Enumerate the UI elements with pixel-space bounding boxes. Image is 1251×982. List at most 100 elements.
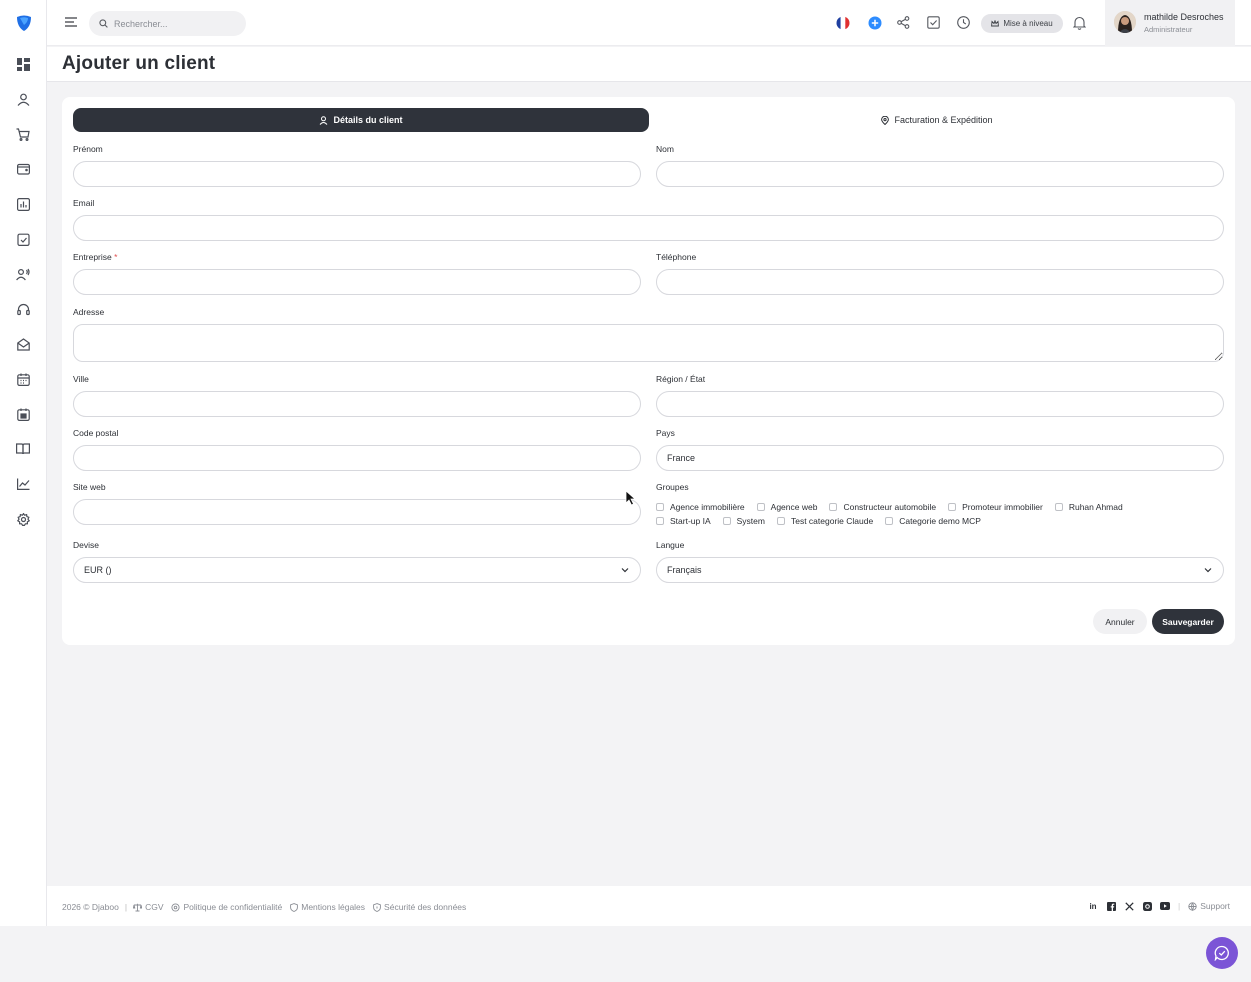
language-select[interactable]: Français xyxy=(656,557,1224,583)
chevron-down-icon xyxy=(1204,568,1212,573)
website-label: Site web xyxy=(73,482,106,492)
avatar xyxy=(1114,11,1136,33)
cgv-link[interactable]: CGV xyxy=(133,902,163,912)
upgrade-label: Mise à niveau xyxy=(1003,19,1053,28)
search-input[interactable] xyxy=(114,18,234,29)
user-menu[interactable]: mathilde Desroches Administrateur xyxy=(1105,0,1235,46)
book-icon[interactable] xyxy=(14,440,32,458)
page-title: Ajouter un client xyxy=(62,53,216,74)
user-name: mathilde Desroches xyxy=(1144,12,1224,22)
phone-input[interactable] xyxy=(656,269,1224,295)
last-name-input[interactable] xyxy=(656,161,1224,187)
email-input[interactable] xyxy=(73,215,1224,241)
wallet-icon[interactable] xyxy=(14,160,32,178)
client-form-card: Détails du client Facturation & Expéditi… xyxy=(62,97,1235,645)
chat-button[interactable] xyxy=(1206,937,1238,969)
currency-value: EUR () xyxy=(84,565,112,575)
group-checkbox[interactable]: Categorie demo MCP xyxy=(885,516,981,526)
groups-checkbox-list: Agence immobilière Agence web Constructe… xyxy=(656,500,1176,528)
company-label: Entreprise * xyxy=(73,252,118,262)
dashboard-icon[interactable] xyxy=(14,55,32,73)
first-name-input[interactable] xyxy=(73,161,641,187)
region-input[interactable] xyxy=(656,391,1224,417)
topbar: Mise à niveau mathilde Desroches Adminis… xyxy=(47,0,1251,46)
phone-label: Téléphone xyxy=(656,252,697,262)
facebook-icon[interactable] xyxy=(1106,901,1116,911)
copyright: 2026 © Djaboo xyxy=(62,902,119,912)
legal-link[interactable]: Mentions légales xyxy=(290,902,365,912)
group-checkbox[interactable]: Agence immobilière xyxy=(656,502,745,512)
app-logo[interactable] xyxy=(15,14,33,32)
city-label: Ville xyxy=(73,374,89,384)
currency-label: Devise xyxy=(73,540,99,550)
tab-billing-shipping-label: Facturation & Expédition xyxy=(894,115,993,125)
page-header: Ajouter un client xyxy=(47,47,1251,82)
share-icon[interactable] xyxy=(896,15,911,30)
postal-code-label: Code postal xyxy=(73,428,119,438)
mail-open-icon[interactable] xyxy=(14,335,32,353)
task-check-icon[interactable] xyxy=(926,15,941,30)
upgrade-button[interactable]: Mise à niveau xyxy=(981,14,1063,33)
user-icon xyxy=(320,115,328,125)
group-checkbox[interactable]: Test categorie Claude xyxy=(776,516,873,526)
menu-toggle-icon[interactable] xyxy=(64,15,78,29)
privacy-link[interactable]: Politique de confidentialité xyxy=(171,902,282,912)
required-marker: * xyxy=(114,252,118,262)
support-link[interactable]: Support xyxy=(1188,901,1230,911)
sidebar xyxy=(0,0,47,926)
crown-icon xyxy=(991,20,1000,27)
add-circle-icon[interactable] xyxy=(867,15,882,30)
cancel-button[interactable]: Annuler xyxy=(1093,609,1147,634)
first-name-label: Prénom xyxy=(73,144,103,154)
postal-code-input[interactable] xyxy=(73,445,641,471)
scale-icon xyxy=(133,903,143,911)
clock-icon[interactable] xyxy=(956,15,971,30)
group-checkbox[interactable]: Promoteur immobilier xyxy=(948,502,1043,512)
currency-select[interactable]: EUR () xyxy=(73,557,641,583)
line-chart-icon[interactable] xyxy=(14,475,32,493)
tab-client-details-label: Détails du client xyxy=(333,115,403,125)
address-label: Adresse xyxy=(73,307,105,317)
chevron-down-icon xyxy=(621,568,629,573)
country-label: Pays xyxy=(656,428,675,438)
tab-client-details[interactable]: Détails du client xyxy=(73,108,649,132)
french-flag-icon[interactable] xyxy=(835,15,850,30)
country-input[interactable] xyxy=(656,445,1224,471)
footer: 2026 © Djaboo | CGV Politique de confide… xyxy=(47,886,1251,926)
calendar-icon[interactable] xyxy=(14,370,32,388)
globe-icon xyxy=(1188,901,1197,911)
group-checkbox[interactable]: Start-up IA xyxy=(656,516,711,526)
tab-billing-shipping[interactable]: Facturation & Expédition xyxy=(650,108,1224,132)
chat-bubble-icon xyxy=(1214,945,1229,961)
location-pin-icon xyxy=(881,115,890,125)
search-icon xyxy=(99,19,108,28)
x-icon[interactable] xyxy=(1124,901,1134,911)
group-checkbox[interactable]: Ruhan Ahmad xyxy=(1054,502,1123,512)
calendar-check-icon[interactable] xyxy=(14,405,32,423)
address-textarea[interactable] xyxy=(73,324,1224,362)
city-input[interactable] xyxy=(73,391,641,417)
search-box[interactable] xyxy=(89,11,246,36)
region-label: Région / État xyxy=(656,374,706,384)
group-checkbox[interactable]: System xyxy=(722,516,765,526)
headset-icon[interactable] xyxy=(14,300,32,318)
group-checkbox[interactable]: Agence web xyxy=(756,502,817,512)
security-link[interactable]: Sécurité des données xyxy=(373,902,466,912)
instagram-icon[interactable] xyxy=(1142,901,1152,911)
contacts-icon[interactable] xyxy=(14,265,32,283)
linkedin-icon[interactable]: in xyxy=(1088,901,1098,911)
user-icon[interactable] xyxy=(14,90,32,108)
group-checkbox[interactable]: Constructeur automobile xyxy=(829,502,936,512)
website-input[interactable] xyxy=(73,499,641,525)
chart-bar-icon[interactable] xyxy=(14,195,32,213)
company-input[interactable] xyxy=(73,269,641,295)
settings-icon[interactable] xyxy=(14,510,32,528)
cart-icon[interactable] xyxy=(14,125,32,143)
save-button[interactable]: Sauvegarder xyxy=(1152,609,1224,634)
clipboard-check-icon[interactable] xyxy=(14,230,32,248)
bell-icon[interactable] xyxy=(1072,15,1087,30)
language-value: Français xyxy=(667,565,702,575)
youtube-icon[interactable] xyxy=(1160,901,1170,911)
shield-lock-icon xyxy=(373,902,381,912)
email-label: Email xyxy=(73,198,95,208)
